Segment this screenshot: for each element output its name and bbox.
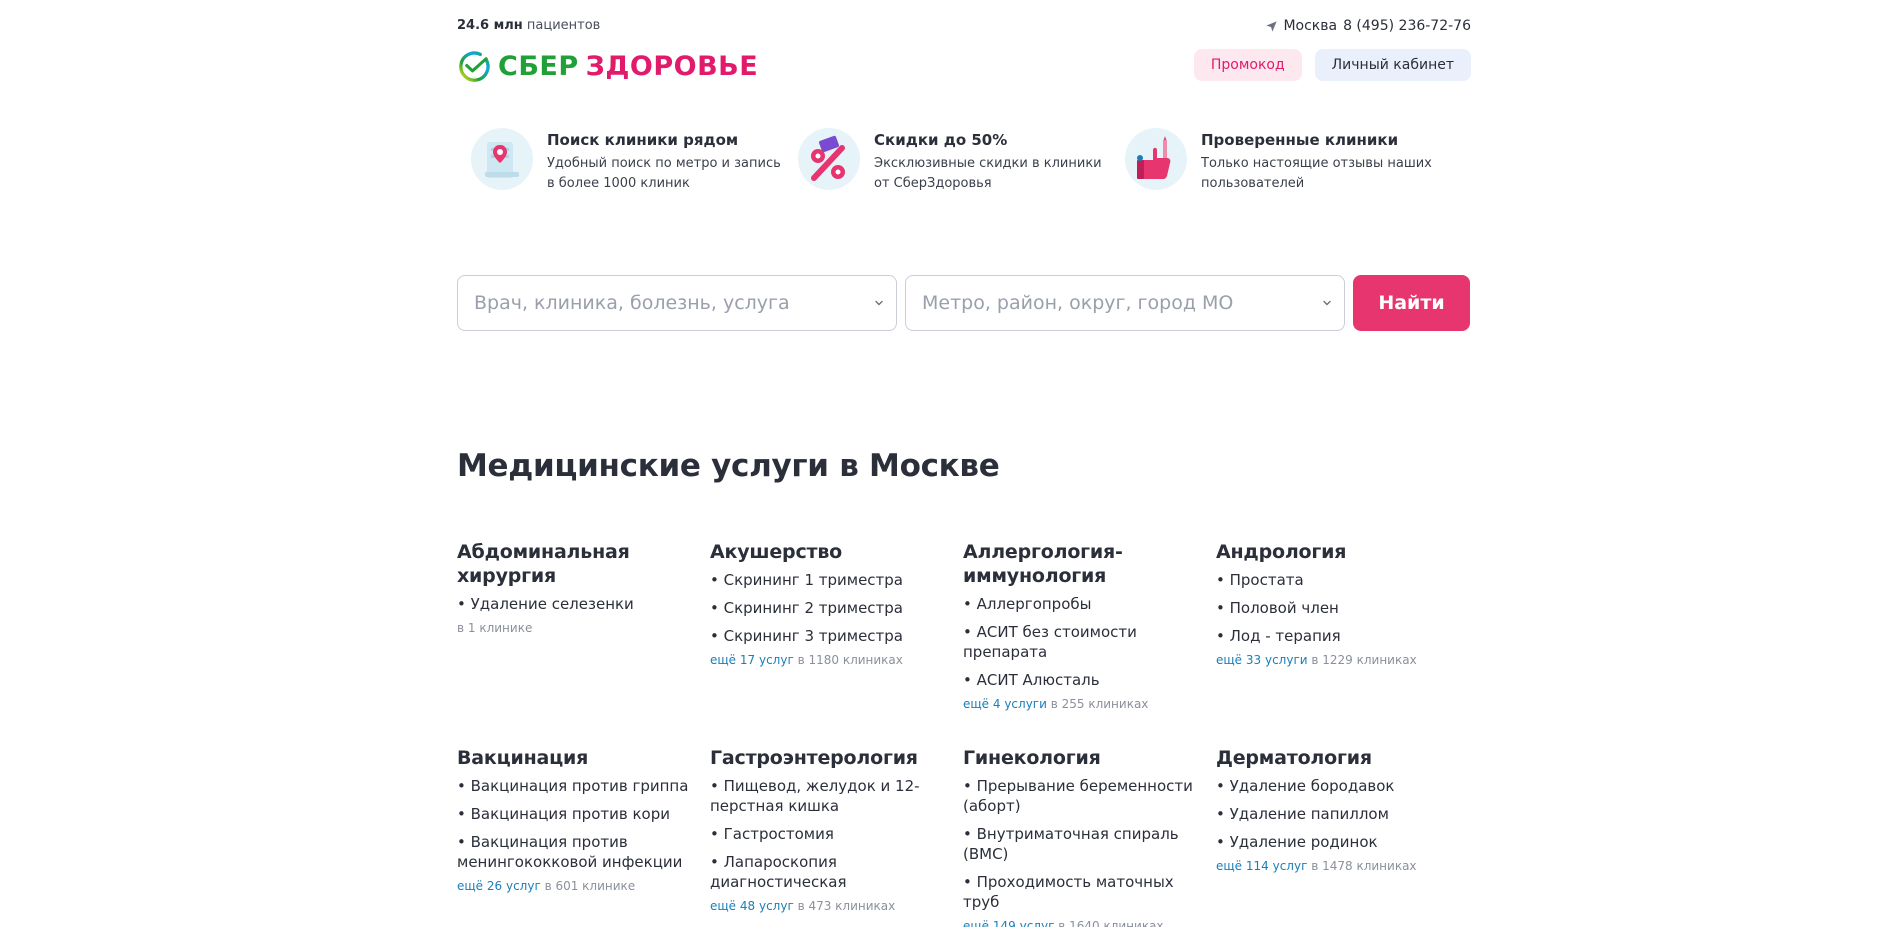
service-link[interactable]: Пищевод, желудок и 12-перстная кишка: [710, 776, 951, 816]
category-title[interactable]: Абдоминальная хирургия: [457, 540, 698, 588]
more-services-link[interactable]: ещё 149 услуг: [963, 919, 1054, 927]
service-link[interactable]: Скрининг 1 триместра: [710, 570, 951, 590]
category-title[interactable]: Вакцинация: [457, 746, 698, 770]
service-link[interactable]: Прерывание беременности (аборт): [963, 776, 1204, 816]
patients-count: 24.6 млн: [457, 18, 523, 33]
category-more: ещё 114 услуг в 1478 клиниках: [1216, 858, 1457, 874]
service-link[interactable]: Аллергопробы: [963, 594, 1204, 614]
category-gynecology: Гинекология Прерывание беременности (або…: [963, 746, 1216, 927]
clinics-count: в 1478 клиниках: [1311, 859, 1417, 873]
feature-discounts: Скидки до 50% Эксклюзивные скидки в клин…: [798, 128, 1125, 194]
query-search-input[interactable]: [474, 292, 880, 314]
chevron-down-icon[interactable]: [874, 298, 884, 308]
category-more: ещё 17 услуг в 1180 клиниках: [710, 652, 951, 668]
category-obstetrics: Акушерство Скрининг 1 триместра Скрининг…: [710, 540, 963, 746]
find-button[interactable]: Найти: [1353, 275, 1470, 331]
more-services-link[interactable]: ещё 26 услуг: [457, 879, 541, 893]
feature-desc: Только настоящие отзывы наших пользовате…: [1201, 156, 1432, 191]
services-title: Медицинские услуги в Москве: [457, 448, 1000, 484]
more-services-link[interactable]: ещё 48 услуг: [710, 899, 794, 913]
service-link[interactable]: Лапароскопия диагностическая: [710, 852, 951, 892]
more-services-link[interactable]: ещё 4 услуги: [963, 697, 1047, 711]
category-title[interactable]: Гинекология: [963, 746, 1204, 770]
category-title[interactable]: Дерматология: [1216, 746, 1457, 770]
service-link[interactable]: Вакцинация против кори: [457, 804, 698, 824]
query-search-field[interactable]: [457, 275, 897, 331]
clinics-count: в 473 клиниках: [797, 899, 896, 913]
city-selector[interactable]: Москва: [1283, 18, 1337, 34]
service-link[interactable]: Проходимость маточных труб: [963, 872, 1204, 912]
clinics-count: в 1640 клиниках: [1058, 919, 1164, 927]
clinics-count: в 255 клиниках: [1050, 697, 1149, 711]
more-services-link[interactable]: ещё 17 услуг: [710, 653, 794, 667]
category-more: ещё 33 услуги в 1229 клиниках: [1216, 652, 1457, 668]
category-more: в 1 клинике: [457, 620, 698, 636]
category-allergology: Аллергология-иммунология Аллергопробы АС…: [963, 540, 1216, 746]
sber-logo-icon: [459, 50, 490, 82]
thumbs-up-icon: [1125, 128, 1187, 190]
service-link[interactable]: Гастростомия: [710, 824, 951, 844]
service-link[interactable]: Внутриматочная спираль (ВМС): [963, 824, 1204, 864]
service-link[interactable]: Удаление бородавок: [1216, 776, 1457, 796]
category-more: ещё 48 услуг в 473 клиниках: [710, 898, 951, 914]
service-link[interactable]: Вакцинация против гриппа: [457, 776, 698, 796]
service-link[interactable]: Удаление родинок: [1216, 832, 1457, 852]
service-link[interactable]: Половой член: [1216, 598, 1457, 618]
service-link[interactable]: Простата: [1216, 570, 1457, 590]
feature-desc: Удобный поиск по метро и запись в более …: [547, 156, 781, 191]
service-link[interactable]: Удаление селезенки: [457, 594, 698, 614]
clinics-count: в 601 клинике: [544, 879, 636, 893]
logo-zdorovie-text: ЗДОРОВЬЕ: [585, 50, 759, 82]
patients-label: пациентов: [526, 18, 601, 33]
category-dermatology: Дерматология Удаление бородавок Удаление…: [1216, 746, 1469, 927]
more-services-link[interactable]: ещё 33 услуги: [1216, 653, 1308, 667]
location-phone: Москва 8 (495) 236-72-76: [1265, 18, 1471, 34]
category-andrology: Андрология Простата Половой член Лод - т…: [1216, 540, 1469, 746]
service-link[interactable]: Лод - терапия: [1216, 626, 1457, 646]
promo-button[interactable]: Промокод: [1193, 49, 1302, 81]
service-link[interactable]: Вакцинация против менингококковой инфекц…: [457, 832, 698, 872]
category-gastroenterology: Гастроэнтерология Пищевод, желудок и 12-…: [710, 746, 963, 927]
services-grid: Абдоминальная хирургия Удаление селезенк…: [457, 540, 1471, 927]
features-list: Поиск клиники рядом Удобный поиск по мет…: [471, 128, 1471, 194]
page-container: 24.6 млн пациентов СБЕР ЗДОРОВЬЕ Москва …: [457, 0, 1471, 927]
service-link[interactable]: Скрининг 2 триместра: [710, 598, 951, 618]
header-buttons: Промокод Личный кабинет: [1193, 49, 1471, 81]
category-more: ещё 4 услуги в 255 клиниках: [963, 696, 1204, 712]
service-link[interactable]: Скрининг 3 триместра: [710, 626, 951, 646]
patients-counter: 24.6 млн пациентов: [457, 18, 600, 33]
feature-title: Скидки до 50%: [874, 131, 1008, 149]
category-abdominal-surgery: Абдоминальная хирургия Удаление селезенк…: [457, 540, 710, 746]
service-link[interactable]: АСИТ без стоимости препарата: [963, 622, 1204, 662]
phone-number[interactable]: 8 (495) 236-72-76: [1343, 18, 1471, 34]
category-vaccination: Вакцинация Вакцинация против гриппа Вакц…: [457, 746, 710, 927]
chevron-down-icon[interactable]: [1322, 298, 1332, 308]
feature-verified: Проверенные клиники Только настоящие отз…: [1125, 128, 1452, 194]
location-arrow-icon[interactable]: [1265, 20, 1278, 33]
feature-desc: Эксклюзивные скидки в клиники от СберЗдо…: [874, 156, 1102, 191]
search-bar: Найти: [457, 275, 1471, 331]
location-search-field[interactable]: [905, 275, 1345, 331]
clinics-count: в 1180 клиниках: [797, 653, 903, 667]
account-button[interactable]: Личный кабинет: [1314, 49, 1471, 81]
more-services-link[interactable]: ещё 114 услуг: [1216, 859, 1307, 873]
category-title[interactable]: Андрология: [1216, 540, 1457, 564]
location-search-input[interactable]: [922, 292, 1328, 314]
clinics-count: в 1229 клиниках: [1311, 653, 1417, 667]
category-title[interactable]: Аллергология-иммунология: [963, 540, 1204, 588]
feature-title: Проверенные клиники: [1201, 131, 1399, 149]
category-more: ещё 26 услуг в 601 клинике: [457, 878, 698, 894]
logo[interactable]: СБЕР ЗДОРОВЬЕ: [457, 48, 758, 84]
logo-sber-text: СБЕР: [498, 50, 579, 82]
clinics-count: в 1 клинике: [457, 621, 533, 635]
category-title[interactable]: Акушерство: [710, 540, 951, 564]
feature-clinic-search: Поиск клиники рядом Удобный поиск по мет…: [471, 128, 798, 194]
category-title[interactable]: Гастроэнтерология: [710, 746, 951, 770]
service-link[interactable]: Удаление папиллом: [1216, 804, 1457, 824]
service-link[interactable]: АСИТ Алюсталь: [963, 670, 1204, 690]
category-more: ещё 149 услуг в 1640 клиниках: [963, 918, 1204, 927]
percent-icon: [798, 128, 860, 190]
map-pin-icon: [471, 128, 533, 190]
feature-title: Поиск клиники рядом: [547, 131, 739, 149]
